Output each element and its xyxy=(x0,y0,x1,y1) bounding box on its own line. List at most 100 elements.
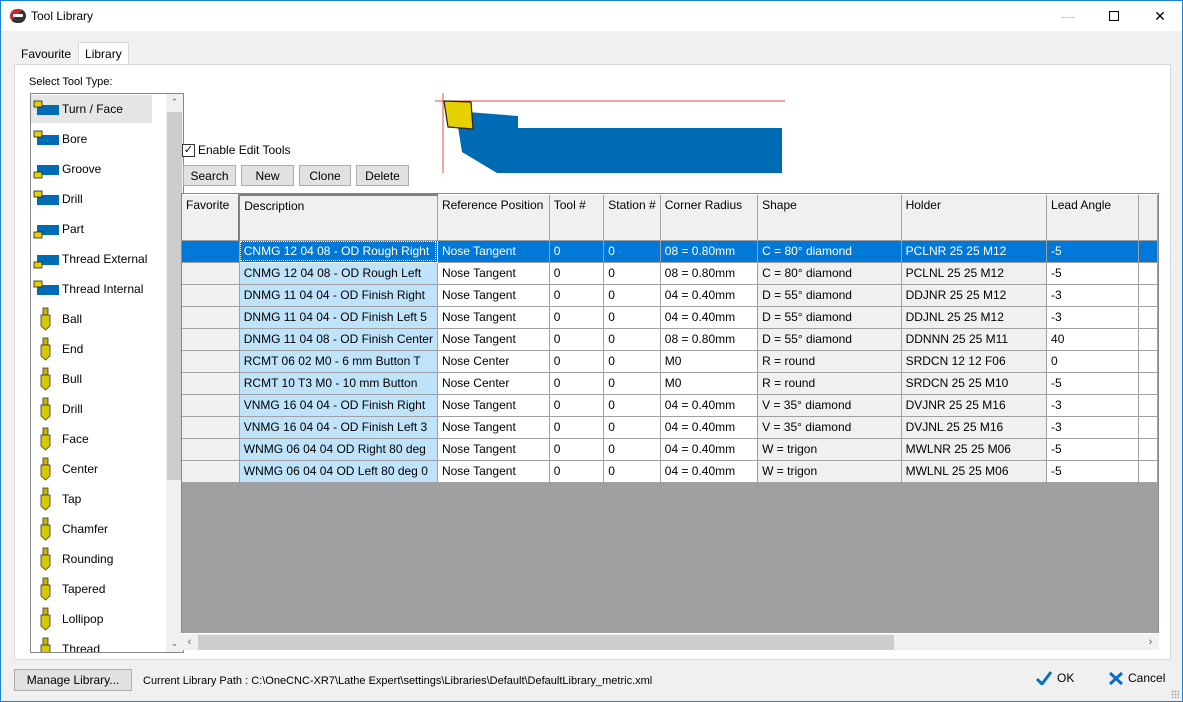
tab-library[interactable]: Library xyxy=(78,42,129,65)
tool-type-item[interactable]: Drill xyxy=(31,185,152,213)
tool-type-item[interactable]: Thread xyxy=(31,635,152,652)
table-row[interactable]: CNMG 12 04 08 - OD Rough Left Nose Tangen… xyxy=(182,262,1158,285)
cell-overflow[interactable] xyxy=(1138,306,1158,329)
cell-station[interactable]: 0 xyxy=(603,460,661,483)
cell-shape[interactable]: C = 80° diamond xyxy=(757,262,902,285)
column-favorite[interactable]: Favorite xyxy=(182,195,240,241)
table-horizontal-scrollbar[interactable]: ‹ › xyxy=(181,633,1159,650)
cell-station[interactable]: 0 xyxy=(603,328,661,351)
column-overflow[interactable] xyxy=(1138,195,1158,241)
maximize-button[interactable] xyxy=(1091,1,1137,31)
cell-shape[interactable]: C = 80° diamond xyxy=(757,240,902,263)
cell-favorite[interactable] xyxy=(182,306,240,329)
cell-radius[interactable]: 08 = 0.80mm xyxy=(660,262,759,285)
cell-overflow[interactable] xyxy=(1138,460,1158,483)
cell-holder[interactable]: PCLNL 25 25 M12 xyxy=(901,262,1048,285)
cell-description[interactable]: RCMT 10 T3 M0 - 10 mm Button xyxy=(239,372,438,395)
tool-type-item[interactable]: Groove xyxy=(31,155,152,183)
table-row[interactable]: RCMT 10 T3 M0 - 10 mm Button Nose Center 0… xyxy=(182,372,1158,395)
cell-shape[interactable]: W = trigon xyxy=(757,438,902,461)
cell-tool[interactable]: 0 xyxy=(549,394,605,417)
cell-lead[interactable]: -5 xyxy=(1046,240,1140,263)
cell-holder[interactable]: MWLNR 25 25 M06 xyxy=(901,438,1048,461)
cell-lead[interactable]: -5 xyxy=(1046,438,1140,461)
delete-button[interactable]: Delete xyxy=(356,165,409,186)
cell-station[interactable]: 0 xyxy=(603,240,661,263)
cell-lead[interactable]: 40 xyxy=(1046,328,1140,351)
cell-station[interactable]: 0 xyxy=(603,372,661,395)
tool-type-item[interactable]: Rounding xyxy=(31,545,152,573)
table-row[interactable]: VNMG 16 04 04 - OD Finish Left 3 Nose Tan… xyxy=(182,416,1158,439)
tool-type-item[interactable]: Thread Internal xyxy=(31,275,152,303)
cell-lead[interactable]: -3 xyxy=(1046,306,1140,329)
cell-tool[interactable]: 0 xyxy=(549,350,605,373)
tool-type-item[interactable]: Face xyxy=(31,425,152,453)
cell-description[interactable]: CNMG 12 04 08 - OD Rough Right xyxy=(238,239,438,263)
cell-shape[interactable]: V = 35° diamond xyxy=(757,394,902,417)
cell-favorite[interactable] xyxy=(182,328,240,351)
cell-station[interactable]: 0 xyxy=(603,262,661,285)
enable-edit-checkbox[interactable]: ✓ xyxy=(182,143,195,157)
cell-lead[interactable]: 0 xyxy=(1046,350,1140,373)
cell-description[interactable]: WNMG 06 04 04 OD Right 80 deg xyxy=(239,438,438,461)
cell-overflow[interactable] xyxy=(1138,394,1158,417)
cancel-button[interactable]: Cancel xyxy=(1109,671,1165,685)
enable-edit-tools[interactable]: ✓ Enable Edit Tools xyxy=(182,143,291,157)
hscroll-thumb[interactable] xyxy=(198,635,894,650)
ok-button[interactable]: OK xyxy=(1036,671,1074,685)
tool-type-item[interactable]: Drill xyxy=(31,395,152,423)
column-description[interactable]: Description xyxy=(238,194,438,241)
cell-favorite[interactable] xyxy=(182,372,240,395)
cell-lead[interactable]: -3 xyxy=(1046,394,1140,417)
column-reference-position[interactable]: Reference Position xyxy=(437,195,550,241)
cell-shape[interactable]: D = 55° diamond xyxy=(757,284,902,307)
cell-lead[interactable]: -5 xyxy=(1046,460,1140,483)
cell-reference[interactable]: Nose Tangent xyxy=(437,438,550,461)
cell-favorite[interactable] xyxy=(182,438,240,461)
tool-type-list[interactable]: Turn / Face Bore Groove Drill Part Thread Ext… xyxy=(30,93,184,653)
cell-shape[interactable]: R = round xyxy=(757,350,902,373)
new-button[interactable]: New xyxy=(241,165,294,186)
cell-holder[interactable]: DDJNL 25 25 M12 xyxy=(901,306,1048,329)
cell-description[interactable]: DNMG 11 04 04 - OD Finish Left 5 xyxy=(239,306,438,329)
scroll-up-icon[interactable]: ⌃ xyxy=(166,94,183,111)
search-button[interactable]: Search xyxy=(183,165,236,186)
cell-lead[interactable]: -3 xyxy=(1046,416,1140,439)
cell-station[interactable]: 0 xyxy=(603,394,661,417)
cell-holder[interactable]: PCLNR 25 25 M12 xyxy=(901,240,1048,263)
cell-station[interactable]: 0 xyxy=(603,306,661,329)
cell-radius[interactable]: 08 = 0.80mm xyxy=(660,240,759,263)
clone-button[interactable]: Clone xyxy=(299,165,351,186)
table-row[interactable]: RCMT 06 02 M0 - 6 mm Button T Nose Center… xyxy=(182,350,1158,373)
cell-holder[interactable]: DVJNR 25 25 M16 xyxy=(901,394,1048,417)
cell-description[interactable]: VNMG 16 04 04 - OD Finish Left 3 xyxy=(239,416,438,439)
tool-type-item[interactable]: End xyxy=(31,335,152,363)
column-holder[interactable]: Holder xyxy=(901,195,1048,241)
column-shape[interactable]: Shape xyxy=(757,195,902,241)
column-tool-number[interactable]: Tool # xyxy=(549,195,605,241)
cell-reference[interactable]: Nose Tangent xyxy=(437,416,550,439)
cell-favorite[interactable] xyxy=(182,394,240,417)
cell-radius[interactable]: 04 = 0.40mm xyxy=(660,284,759,307)
tool-type-item[interactable]: Bull xyxy=(31,365,152,393)
cell-shape[interactable]: W = trigon xyxy=(757,460,902,483)
column-lead-angle[interactable]: Lead Angle xyxy=(1046,195,1140,241)
column-corner-radius[interactable]: Corner Radius xyxy=(660,195,759,241)
tool-type-item[interactable]: Center xyxy=(31,455,152,483)
cell-holder[interactable]: DVJNL 25 25 M16 xyxy=(901,416,1048,439)
cell-reference[interactable]: Nose Tangent xyxy=(437,262,550,285)
cell-description[interactable]: RCMT 06 02 M0 - 6 mm Button T xyxy=(239,350,438,373)
tool-type-item[interactable]: Ball xyxy=(31,305,152,333)
table-row[interactable]: DNMG 11 04 08 - OD Finish Center Nose Tan… xyxy=(182,328,1158,351)
cell-lead[interactable]: -5 xyxy=(1046,372,1140,395)
cell-holder[interactable]: SRDCN 25 25 M10 xyxy=(901,372,1048,395)
cell-lead[interactable]: -5 xyxy=(1046,262,1140,285)
cell-overflow[interactable] xyxy=(1138,438,1158,461)
cell-description[interactable]: CNMG 12 04 08 - OD Rough Left xyxy=(239,262,438,285)
tool-type-item[interactable]: Thread External xyxy=(31,245,152,273)
cell-tool[interactable]: 0 xyxy=(549,460,605,483)
table-row[interactable]: WNMG 06 04 04 OD Left 80 deg 0 Nose Tange… xyxy=(182,460,1158,483)
table-row[interactable]: VNMG 16 04 04 - OD Finish Right Nose Tang… xyxy=(182,394,1158,417)
cell-station[interactable]: 0 xyxy=(603,416,661,439)
tool-type-item[interactable]: Lollipop xyxy=(31,605,152,633)
